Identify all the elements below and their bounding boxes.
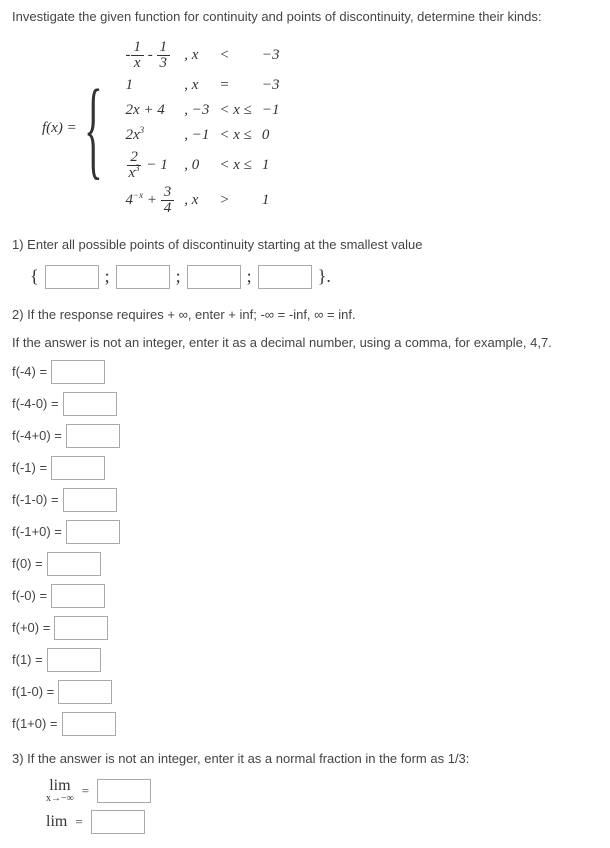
page-title: Investigate the given function for conti… xyxy=(12,8,598,26)
value-label: f(1-0) = xyxy=(12,683,54,701)
lim-1: lim x→−∞ xyxy=(46,778,74,804)
value-row: f(0) = xyxy=(12,552,598,576)
value-row: f(-0) = xyxy=(12,584,598,608)
value-row: f(-1-0) = xyxy=(12,488,598,512)
case-bound: −1 xyxy=(262,100,280,121)
value-row: f(-4) = xyxy=(12,360,598,384)
lim-label-1: lim xyxy=(49,778,70,794)
piecewise-function: f(x) = { -1x - 13 , x < −3 1 , x = −3 2x + 4 , −3… xyxy=(42,40,598,216)
value-row: f(1) = xyxy=(12,648,598,672)
case-rel: < x ≤ xyxy=(219,100,252,121)
eq-1: = xyxy=(82,782,89,800)
case-rel: = xyxy=(219,75,252,96)
point-input-1[interactable] xyxy=(45,265,99,289)
case-var: , −1 xyxy=(184,125,209,146)
q2-hint: If the answer is not an integer, enter i… xyxy=(12,334,598,352)
value-row: f(1+0) = xyxy=(12,712,598,736)
case-var: , x xyxy=(184,45,209,66)
case-var: , −3 xyxy=(184,100,209,121)
value-row: f(1-0) = xyxy=(12,680,598,704)
case-expr: 2x3 xyxy=(126,125,175,146)
case-expr: 2x + 4 xyxy=(126,100,175,121)
point-input-2[interactable] xyxy=(116,265,170,289)
value-input-9[interactable] xyxy=(47,648,101,672)
case-rel: < x ≤ xyxy=(219,155,252,176)
value-row: f(-1) = xyxy=(12,456,598,480)
value-row: f(-4+0) = xyxy=(12,424,598,448)
value-label: f(-4+0) = xyxy=(12,427,62,445)
value-row: f(-4-0) = xyxy=(12,392,598,416)
case-var: , 0 xyxy=(184,155,209,176)
brace: { xyxy=(84,90,102,167)
case-expr: -1x - 13 xyxy=(126,40,175,71)
case-rel: > xyxy=(219,190,252,211)
value-input-0[interactable] xyxy=(51,360,105,384)
value-input-5[interactable] xyxy=(66,520,120,544)
cases-grid: -1x - 13 , x < −3 1 , x = −3 2x + 4 , −3 < x ≤ −1 2x… xyxy=(126,40,280,216)
value-input-8[interactable] xyxy=(54,616,108,640)
value-rows: f(-4) = f(-4-0) = f(-4+0) = f(-1) = f(-1-0) … xyxy=(12,360,598,736)
case-expr: 4−x + 34 xyxy=(126,185,175,216)
value-row: f(+0) = xyxy=(12,616,598,640)
value-label: f(-4) = xyxy=(12,363,47,381)
lim-label-2: lim xyxy=(46,814,67,830)
value-input-7[interactable] xyxy=(51,584,105,608)
points-set: { ; ; ; }. xyxy=(30,264,598,289)
case-expr: 1 xyxy=(126,75,175,96)
value-label: f(1+0) = xyxy=(12,715,58,733)
lim-sub-1: x→−∞ xyxy=(46,794,74,804)
limit-row-2: lim = xyxy=(46,810,598,834)
case-var: , x xyxy=(184,190,209,211)
value-input-1[interactable] xyxy=(63,392,117,416)
value-label: f(-0) = xyxy=(12,587,47,605)
value-input-3[interactable] xyxy=(51,456,105,480)
q2-text: 2) If the response requires + ∞, enter +… xyxy=(12,306,598,324)
point-input-4[interactable] xyxy=(258,265,312,289)
case-expr: 2x3 − 1 xyxy=(126,150,175,181)
value-input-11[interactable] xyxy=(62,712,116,736)
value-label: f(0) = xyxy=(12,555,43,573)
q3-text: 3) If the answer is not an integer, ente… xyxy=(12,750,598,768)
limit-row-1: lim x→−∞ = xyxy=(46,778,598,804)
limit-input-1[interactable] xyxy=(97,779,151,803)
value-label: f(-4-0) = xyxy=(12,395,59,413)
fn-name: f(x) = xyxy=(42,118,77,139)
set-sep-3: ; xyxy=(247,264,252,289)
lim-2: lim xyxy=(46,814,67,830)
case-bound: 0 xyxy=(262,125,280,146)
value-input-10[interactable] xyxy=(58,680,112,704)
case-rel: < x ≤ xyxy=(219,125,252,146)
q1-text: 1) Enter all possible points of disconti… xyxy=(12,236,598,254)
value-label: f(1) = xyxy=(12,651,43,669)
value-label: f(-1-0) = xyxy=(12,491,59,509)
value-input-4[interactable] xyxy=(63,488,117,512)
value-input-2[interactable] xyxy=(66,424,120,448)
set-close: }. xyxy=(318,264,331,289)
value-label: f(+0) = xyxy=(12,619,50,637)
case-bound: 1 xyxy=(262,155,280,176)
set-open: { xyxy=(30,264,39,289)
eq-2: = xyxy=(75,813,82,831)
case-var: , x xyxy=(184,75,209,96)
case-bound: −3 xyxy=(262,75,280,96)
case-bound: 1 xyxy=(262,190,280,211)
case-rel: < xyxy=(219,45,252,66)
set-sep-1: ; xyxy=(105,264,110,289)
value-input-6[interactable] xyxy=(47,552,101,576)
set-sep-2: ; xyxy=(176,264,181,289)
value-row: f(-1+0) = xyxy=(12,520,598,544)
limit-input-2[interactable] xyxy=(91,810,145,834)
point-input-3[interactable] xyxy=(187,265,241,289)
case-bound: −3 xyxy=(262,45,280,66)
value-label: f(-1+0) = xyxy=(12,523,62,541)
value-label: f(-1) = xyxy=(12,459,47,477)
